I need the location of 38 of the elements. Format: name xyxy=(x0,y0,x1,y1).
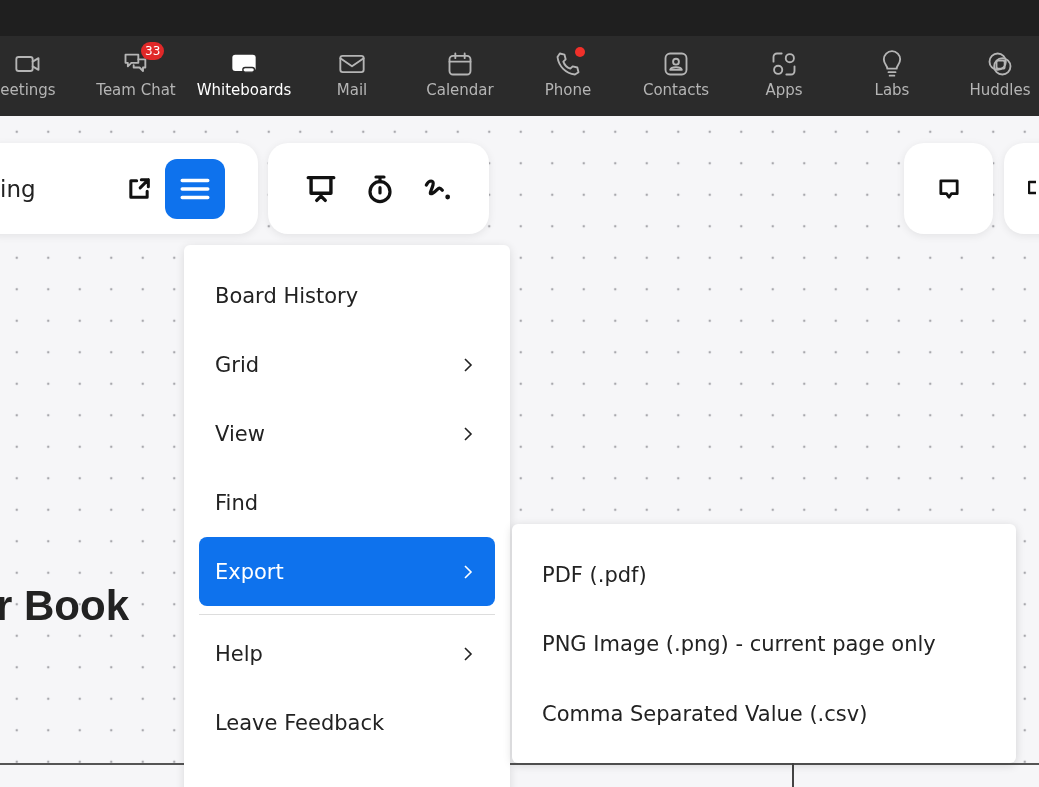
nav-label: eetings xyxy=(0,81,56,99)
menu-item[interactable]: Export xyxy=(199,537,495,606)
menu-item[interactable]: Grid xyxy=(199,330,495,399)
nav-tab[interactable]: Huddles xyxy=(946,36,1039,116)
menu-item[interactable]: Leave Feedback xyxy=(199,688,495,757)
apps-icon xyxy=(770,50,798,78)
menu-item[interactable]: Help xyxy=(199,619,495,688)
nav-label: Huddles xyxy=(969,81,1031,99)
nav-label: Contacts xyxy=(642,81,710,99)
nav-tab[interactable]: 33 Team Chat xyxy=(82,36,190,116)
contact-icon xyxy=(662,50,690,78)
unread-badge: 33 xyxy=(141,42,165,60)
menu-item[interactable]: PNG Image (.png) - current page only xyxy=(512,609,1016,679)
nav-tab[interactable]: Whiteboards xyxy=(190,36,298,116)
nav-label: Team Chat xyxy=(96,81,176,99)
nav-tab[interactable]: Apps xyxy=(730,36,838,116)
calendar-icon xyxy=(446,50,474,78)
nav-label: Calendar xyxy=(426,81,494,99)
nav-tab[interactable]: eetings xyxy=(0,36,82,116)
menu-item[interactable]: PDF (.pdf) xyxy=(512,540,1016,610)
nav-tab[interactable]: Calendar xyxy=(406,36,514,116)
menu-item[interactable]: Comma Separated Value (.csv) xyxy=(512,679,1016,749)
nav-label: Labs xyxy=(874,81,910,99)
nav-label: Mail xyxy=(336,81,368,99)
nav-label: Phone xyxy=(544,81,592,99)
nav-tab[interactable]: Mail xyxy=(298,36,406,116)
menu-button[interactable] xyxy=(165,158,225,219)
phone-icon xyxy=(554,50,582,78)
huddle-icon xyxy=(986,50,1014,78)
nav-tab[interactable]: Phone xyxy=(514,36,622,116)
nav-tab[interactable]: Labs xyxy=(838,36,946,116)
nav-tab[interactable]: Contacts xyxy=(622,36,730,116)
board-title[interactable]: ing xyxy=(0,175,125,202)
menu-item[interactable]: View xyxy=(199,399,495,468)
nav-label: Apps xyxy=(765,81,803,99)
nav-label: Whiteboards xyxy=(196,81,292,99)
menu-item[interactable]: Board History xyxy=(199,261,495,330)
menu-item[interactable]: Find xyxy=(199,468,495,537)
